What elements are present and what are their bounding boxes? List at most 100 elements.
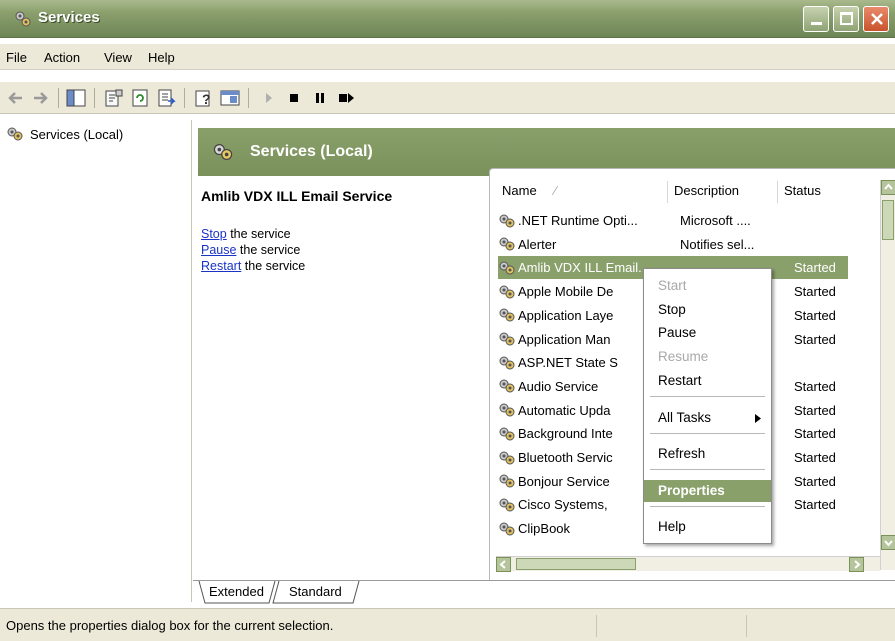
menu-item-resume[interactable]: Resume <box>644 346 771 368</box>
scroll-down-button[interactable] <box>881 535 895 550</box>
vertical-scroll-thumb[interactable] <box>882 200 894 240</box>
stop-link[interactable]: Stop <box>201 227 227 241</box>
pause-link[interactable]: Pause <box>201 243 236 257</box>
horizontal-scrollbar[interactable] <box>496 556 880 572</box>
menu-action[interactable]: Action <box>44 50 80 65</box>
column-header-name[interactable]: Name ∕ <box>496 181 668 203</box>
service-gear-icon <box>499 451 515 464</box>
service-name-cell: Background Inte <box>518 426 613 442</box>
service-gear-icon <box>499 474 515 488</box>
service-name-cell: Audio Service <box>518 378 599 394</box>
service-name-cell: Bluetooth Servic <box>518 450 613 465</box>
forward-arrow-icon[interactable] <box>30 88 50 108</box>
chevron-right-icon <box>854 560 861 569</box>
service-name-cell: Alerter <box>518 236 557 252</box>
service-name-cell: Automatic Upda <box>518 402 611 418</box>
close-icon <box>871 13 883 25</box>
pause-service-icon[interactable] <box>310 88 330 108</box>
tree-item-label: Services (Local) <box>30 126 124 142</box>
service-status-cell: Started <box>794 307 836 323</box>
action-text: the service <box>236 243 301 257</box>
action-text: the service <box>241 259 306 273</box>
export-list-icon[interactable] <box>156 88 176 108</box>
service-status-cell: Started <box>794 260 836 276</box>
restart-service-icon[interactable] <box>336 88 356 108</box>
scroll-right-button[interactable] <box>849 557 864 572</box>
chevron-down-icon <box>884 540 893 547</box>
service-status-cell: Started <box>794 402 836 418</box>
back-arrow-icon[interactable] <box>6 88 26 108</box>
service-gear-icon <box>499 237 515 251</box>
menu-item-help[interactable]: Help <box>644 516 771 538</box>
service-description-panel: Amlib VDX ILL Email Service Stop the ser… <box>201 188 481 274</box>
selected-service-name: Amlib VDX ILL Email Service <box>201 188 393 204</box>
chevron-left-icon <box>499 560 506 569</box>
submenu-arrow-icon <box>755 414 761 423</box>
service-status-cell: Started <box>794 497 836 513</box>
menu-item-properties[interactable]: Properties <box>644 480 771 502</box>
menu-item-stop[interactable]: Stop <box>644 299 771 321</box>
close-button[interactable] <box>863 6 889 32</box>
status-text: Opens the properties dialog box for the … <box>6 618 334 633</box>
table-row[interactable]: Alerter Notifies sel... <box>498 233 848 256</box>
service-status-cell: Started <box>794 378 836 394</box>
properties-icon[interactable] <box>104 88 124 108</box>
service-gear-icon <box>499 332 515 346</box>
stop-service-icon[interactable] <box>284 88 304 108</box>
service-name-cell: Application Man <box>518 331 611 347</box>
service-gear-icon <box>499 427 515 441</box>
menu-item-refresh[interactable]: Refresh <box>644 443 771 465</box>
start-service-icon[interactable] <box>258 88 278 108</box>
view-tabs: Extended Standard <box>193 580 895 604</box>
tab-extended[interactable]: Extended <box>209 584 264 599</box>
service-name-cell: .NET Runtime Opti... <box>518 213 638 228</box>
status-divider <box>746 615 747 637</box>
service-name-cell: Apple Mobile De <box>518 284 614 300</box>
tree-item-services-local[interactable]: Services (Local) <box>6 126 123 142</box>
menu-separator <box>650 433 765 434</box>
minimize-button[interactable] <box>803 6 829 32</box>
menu-file[interactable]: File <box>6 50 27 65</box>
menu-bar: File Action View Help <box>0 44 895 70</box>
title-bar: Services <box>0 0 895 38</box>
service-name-cell: ClipBook <box>518 521 571 537</box>
service-status-cell: Started <box>794 426 836 442</box>
column-header-description[interactable]: Description <box>668 181 778 203</box>
menu-separator <box>650 506 765 507</box>
list-header: Name ∕ Description Status <box>496 181 895 203</box>
show-hide-tree-icon[interactable] <box>66 88 86 108</box>
service-name-cell: Application Laye <box>518 307 614 323</box>
service-name-cell: Bonjour Service <box>518 473 610 489</box>
vertical-scrollbar[interactable] <box>880 180 895 570</box>
service-status-cell: Started <box>794 331 836 347</box>
restart-link[interactable]: Restart <box>201 259 241 273</box>
scroll-left-button[interactable] <box>496 557 511 572</box>
maximize-button[interactable] <box>833 6 859 32</box>
menu-separator <box>650 396 765 397</box>
menu-view[interactable]: View <box>104 50 132 65</box>
help-icon[interactable]: ? <box>194 88 214 108</box>
service-gear-icon <box>499 403 515 417</box>
service-name-cell: ASP.NET State S <box>518 355 618 371</box>
chevron-up-icon <box>884 183 893 190</box>
table-row[interactable]: .NET Runtime Opti... Microsoft .... <box>498 209 848 232</box>
service-gear-icon <box>499 308 515 322</box>
services-gear-icon <box>213 144 233 160</box>
menu-item-pause[interactable]: Pause <box>644 322 771 344</box>
menu-help[interactable]: Help <box>148 50 175 65</box>
menu-item-start[interactable]: Start <box>644 275 771 297</box>
service-gear-icon <box>499 379 515 393</box>
menu-separator <box>650 469 765 470</box>
service-status-cell: Started <box>794 473 836 489</box>
status-divider <box>596 615 597 637</box>
refresh-icon[interactable] <box>130 88 150 108</box>
menu-item-restart[interactable]: Restart <box>644 370 771 392</box>
scroll-up-button[interactable] <box>881 180 895 195</box>
action-pane-icon[interactable] <box>220 88 240 108</box>
tab-standard[interactable]: Standard <box>289 584 342 599</box>
service-gear-icon <box>499 522 515 536</box>
menu-item-all-tasks[interactable]: All Tasks <box>644 407 771 429</box>
column-header-status[interactable]: Status <box>778 181 848 203</box>
horizontal-scroll-thumb[interactable] <box>516 558 636 570</box>
action-text: the service <box>226 227 291 241</box>
